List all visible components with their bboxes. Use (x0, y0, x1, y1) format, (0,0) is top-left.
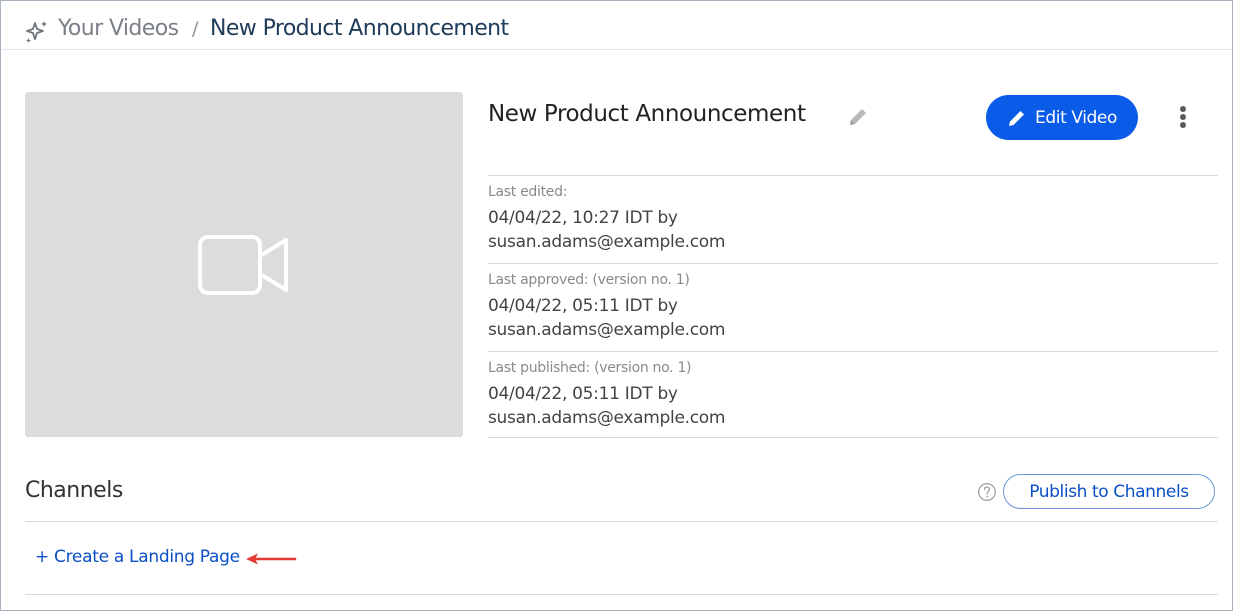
pencil-icon[interactable] (847, 106, 869, 128)
meta-datetime: 04/04/22, 10:27 IDT by (488, 208, 678, 228)
meta-label: Last edited: (488, 184, 568, 200)
edit-video-button[interactable]: Edit Video (986, 95, 1138, 140)
create-landing-page-link[interactable]: + Create a Landing Page (35, 547, 240, 567)
meta-label: Last approved: (version no. 1) (488, 272, 690, 288)
meta-user: susan.adams@example.com (488, 232, 726, 252)
meta-user: susan.adams@example.com (488, 320, 726, 340)
divider (25, 521, 1218, 522)
meta-label: Last published: (version no. 1) (488, 360, 692, 376)
breadcrumb-current: New Product Announcement (210, 16, 509, 41)
meta-last-approved: Last approved: (version no. 1) 04/04/22,… (488, 263, 1218, 351)
meta-last-published: Last published: (version no. 1) 04/04/22… (488, 351, 1218, 438)
sparkle-icon (26, 21, 47, 43)
breadcrumb: Your Videos / New Product Announcement (2, 2, 1231, 50)
channels-heading: Channels (25, 478, 123, 503)
breadcrumb-your-videos[interactable]: Your Videos (58, 16, 179, 41)
meta-datetime: 04/04/22, 05:11 IDT by (488, 296, 678, 316)
breadcrumb-separator: / (192, 18, 199, 40)
meta-last-edited: Last edited: 04/04/22, 10:27 IDT by susa… (488, 175, 1218, 263)
red-arrow-icon (246, 553, 297, 565)
pencil-icon (1009, 110, 1025, 126)
divider (25, 594, 1218, 595)
edit-video-label: Edit Video (1035, 107, 1117, 128)
app-window: Your Videos / New Product Announcement N… (0, 0, 1233, 611)
meta-datetime: 04/04/22, 05:11 IDT by (488, 384, 678, 404)
video-title: New Product Announcement (488, 101, 806, 127)
meta-user: susan.adams@example.com (488, 408, 726, 428)
video-camera-icon (198, 235, 288, 295)
publish-to-channels-button[interactable]: Publish to Channels (1003, 474, 1215, 509)
question-circle-icon[interactable] (977, 482, 997, 502)
vertical-dots-icon[interactable] (1171, 103, 1195, 131)
